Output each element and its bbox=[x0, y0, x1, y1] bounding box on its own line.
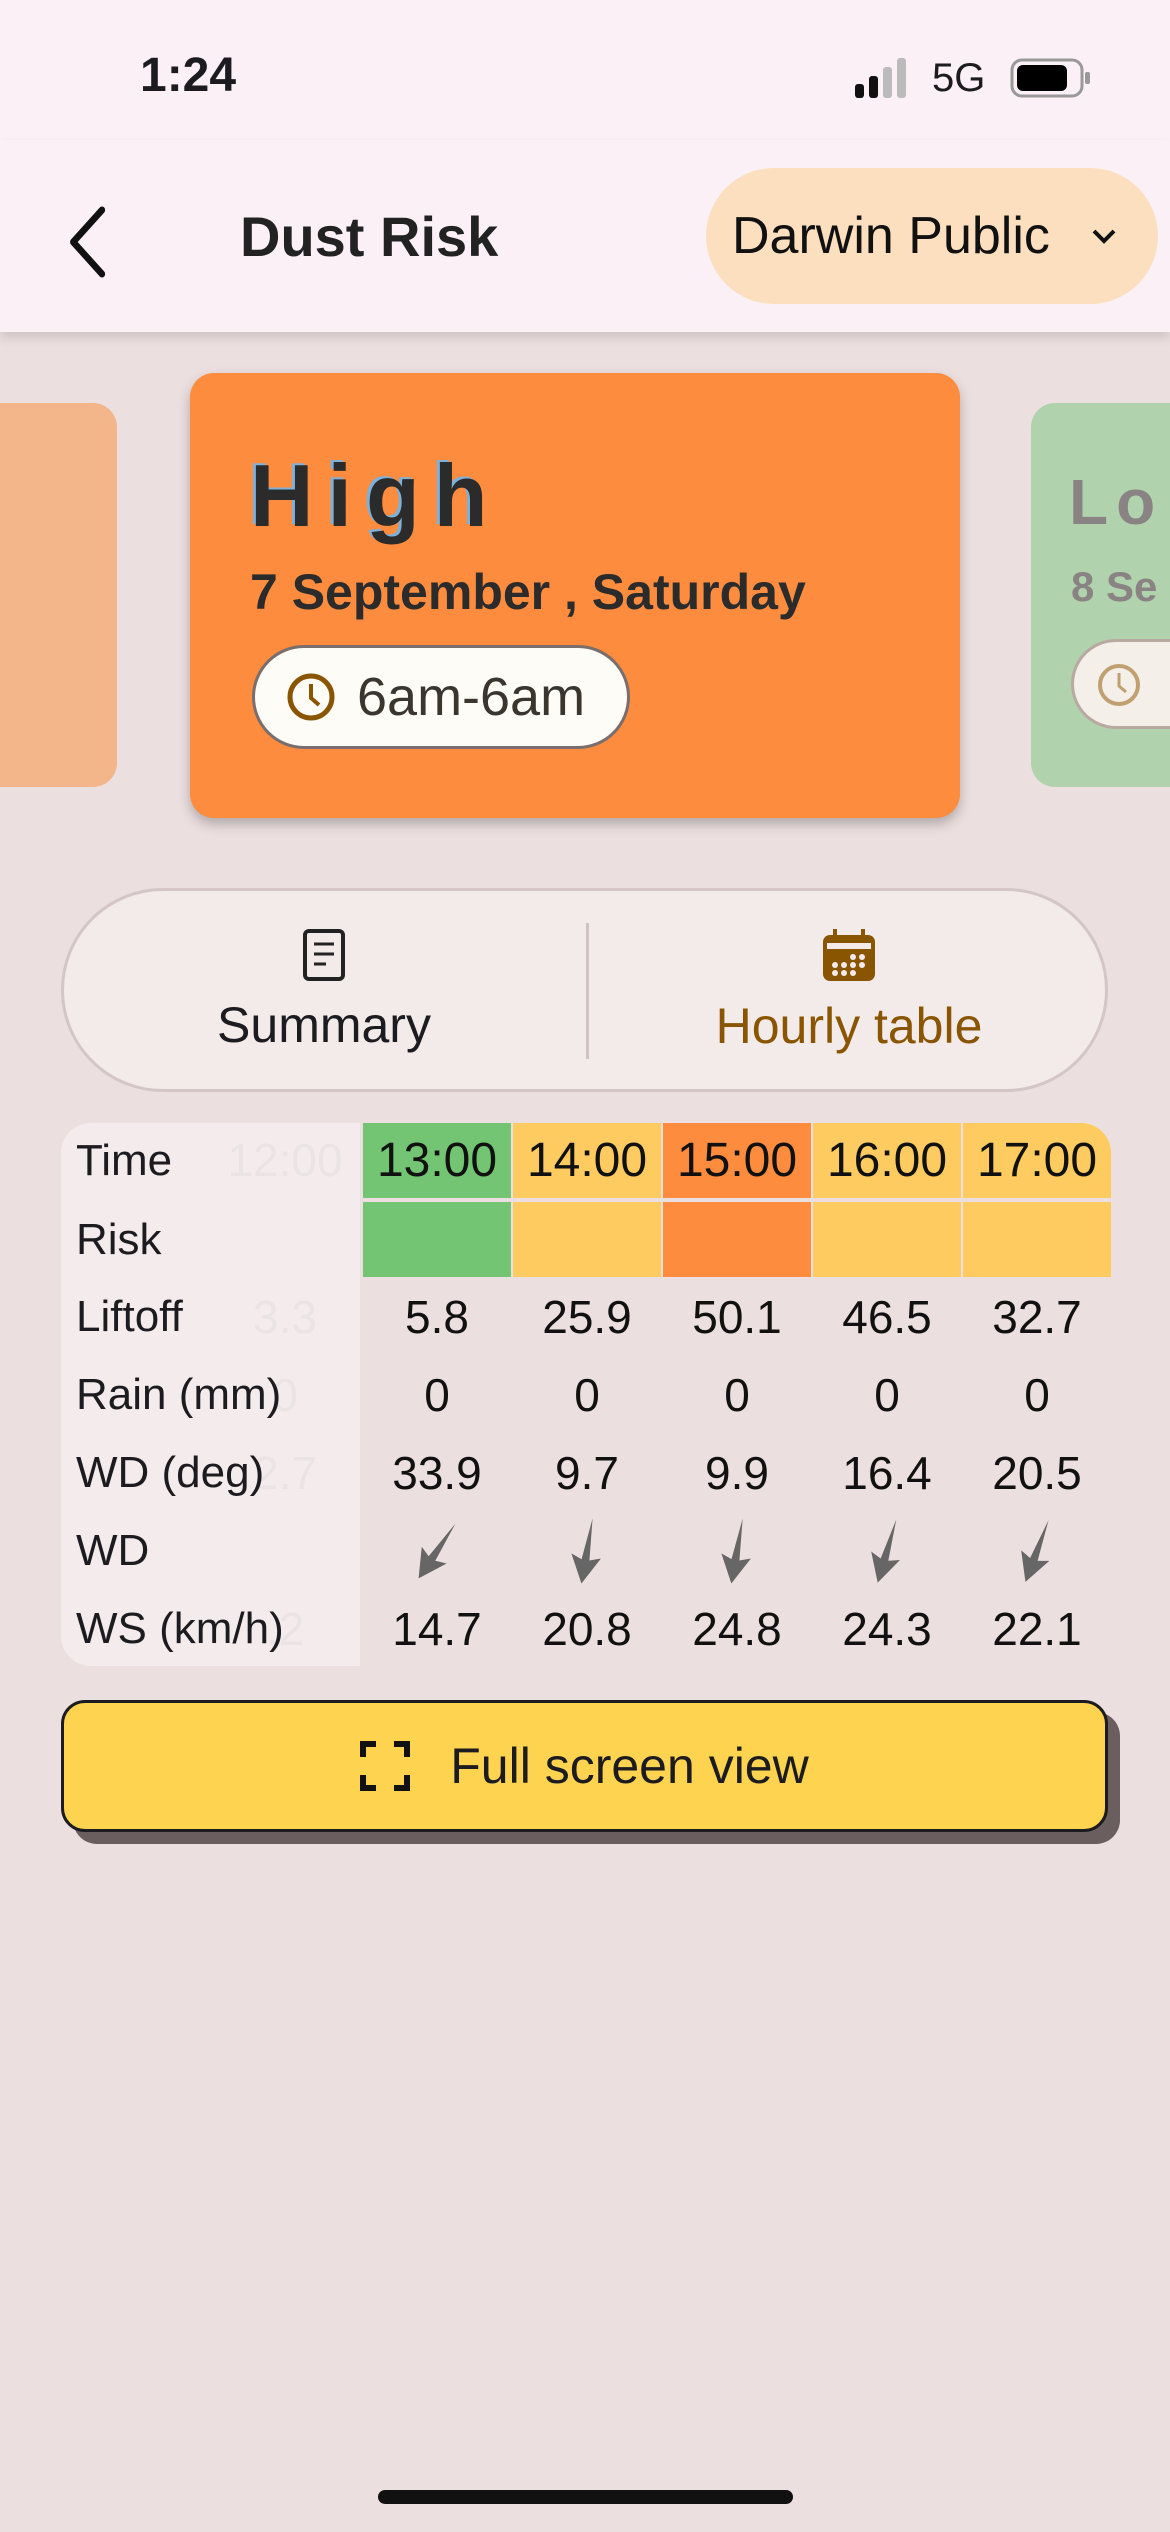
risk-cell bbox=[963, 1202, 1111, 1277]
risk-level: Lo bbox=[1069, 466, 1164, 538]
time-header-cell: 14:00 bbox=[513, 1123, 661, 1198]
row-label: Liftoff bbox=[76, 1292, 183, 1341]
network-label: 5G bbox=[932, 56, 986, 100]
wind-direction-arrow-icon bbox=[418, 1523, 456, 1579]
wd_deg-cell: 9.7 bbox=[555, 1447, 619, 1499]
rain-cell: 0 bbox=[424, 1369, 450, 1421]
row-label: WD (deg) bbox=[76, 1448, 265, 1497]
battery-icon bbox=[1010, 58, 1090, 98]
clock-icon bbox=[1098, 664, 1140, 706]
expand-icon bbox=[360, 1741, 411, 1791]
time-header-cell: 15:00 bbox=[663, 1123, 811, 1198]
row-label: WS (km/h) bbox=[76, 1604, 284, 1653]
row-label: WD bbox=[76, 1526, 150, 1575]
time-header-cell: 17:00 bbox=[963, 1123, 1111, 1198]
row-label: Rain (mm) bbox=[76, 1370, 282, 1419]
wind-direction-arrow-icon bbox=[721, 1518, 751, 1584]
card-date: 7 September , Saturday bbox=[250, 564, 806, 620]
app-header: Dust Risk Darwin Public bbox=[0, 140, 1170, 332]
row-label: Time bbox=[76, 1136, 173, 1185]
wd_deg-cell: 33.9 bbox=[392, 1447, 482, 1499]
tab-hourly-table[interactable]: Hourly table bbox=[589, 891, 1109, 1091]
current-day-card[interactable]: High 7 September , Saturday 6am-6am bbox=[190, 373, 960, 818]
wind-direction-arrow-icon bbox=[871, 1519, 900, 1583]
location-label: Darwin Public bbox=[732, 207, 1050, 265]
rain-cell: 0 bbox=[574, 1369, 600, 1421]
page-title: Dust Risk bbox=[240, 205, 499, 268]
time-header-cell: 16:00 bbox=[813, 1123, 961, 1198]
wind-direction-arrow-icon bbox=[1021, 1520, 1050, 1582]
wd_deg-cell: 20.5 bbox=[992, 1447, 1082, 1499]
wd_deg-cell: 16.4 bbox=[842, 1447, 932, 1499]
ws-cell: 14.7 bbox=[392, 1603, 482, 1655]
time-range: 6am-6am bbox=[357, 667, 586, 727]
location-dropdown[interactable]: Darwin Public bbox=[706, 168, 1158, 304]
signal-icon bbox=[855, 58, 906, 98]
status-time: 1:24 bbox=[140, 49, 237, 102]
wd_deg-cell: 9.9 bbox=[705, 1447, 769, 1499]
ws-cell: 20.8 bbox=[542, 1603, 632, 1655]
tab-label: Hourly table bbox=[715, 998, 983, 1054]
chevron-down-icon bbox=[1092, 229, 1116, 244]
next-day-card[interactable]: Lo 8 Se bbox=[1031, 403, 1170, 787]
clock-icon bbox=[287, 673, 335, 721]
risk-cell bbox=[663, 1202, 811, 1277]
tab-summary[interactable]: Summary bbox=[64, 891, 584, 1091]
document-icon bbox=[303, 929, 345, 981]
liftoff-cell: 5.8 bbox=[405, 1291, 469, 1343]
ws-cell: 22.1 bbox=[992, 1603, 1082, 1655]
calendar-icon bbox=[823, 929, 875, 981]
ws-cell: 24.8 bbox=[692, 1603, 782, 1655]
time-range-badge: 6am-6am bbox=[252, 645, 630, 749]
risk-cell bbox=[363, 1202, 511, 1277]
liftoff-cell: 32.7 bbox=[992, 1291, 1082, 1343]
rain-cell: 0 bbox=[874, 1369, 900, 1421]
ws-cell: 24.3 bbox=[842, 1603, 932, 1655]
risk-cell bbox=[513, 1202, 661, 1277]
time-range-badge bbox=[1071, 639, 1170, 729]
tab-label: Summary bbox=[217, 997, 431, 1053]
card-date: 8 Se bbox=[1071, 563, 1158, 610]
back-chevron-icon[interactable] bbox=[66, 204, 116, 280]
previous-day-card[interactable] bbox=[0, 403, 117, 787]
hourly-table[interactable]: 12:003.302.7.213:005.8033.914.714:0025.9… bbox=[61, 1123, 1111, 1666]
full-screen-label: Full screen view bbox=[450, 1738, 809, 1794]
full-screen-button[interactable]: Full screen view bbox=[61, 1700, 1108, 1832]
home-indicator bbox=[378, 2490, 793, 2504]
liftoff-cell: 50.1 bbox=[692, 1291, 782, 1343]
risk-level: High bbox=[250, 446, 502, 545]
row-label: Risk bbox=[76, 1215, 162, 1264]
liftoff-cell: 46.5 bbox=[842, 1291, 932, 1343]
status-bar: 1:24 5G bbox=[0, 0, 1170, 140]
rain-cell: 0 bbox=[1024, 1369, 1050, 1421]
view-tabs: Summary Hourly table bbox=[61, 888, 1108, 1092]
liftoff-cell: 25.9 bbox=[542, 1291, 632, 1343]
time-header-cell: 13:00 bbox=[363, 1123, 511, 1198]
risk-cell bbox=[813, 1202, 961, 1277]
wind-direction-arrow-icon bbox=[571, 1518, 601, 1584]
rain-cell: 0 bbox=[724, 1369, 750, 1421]
